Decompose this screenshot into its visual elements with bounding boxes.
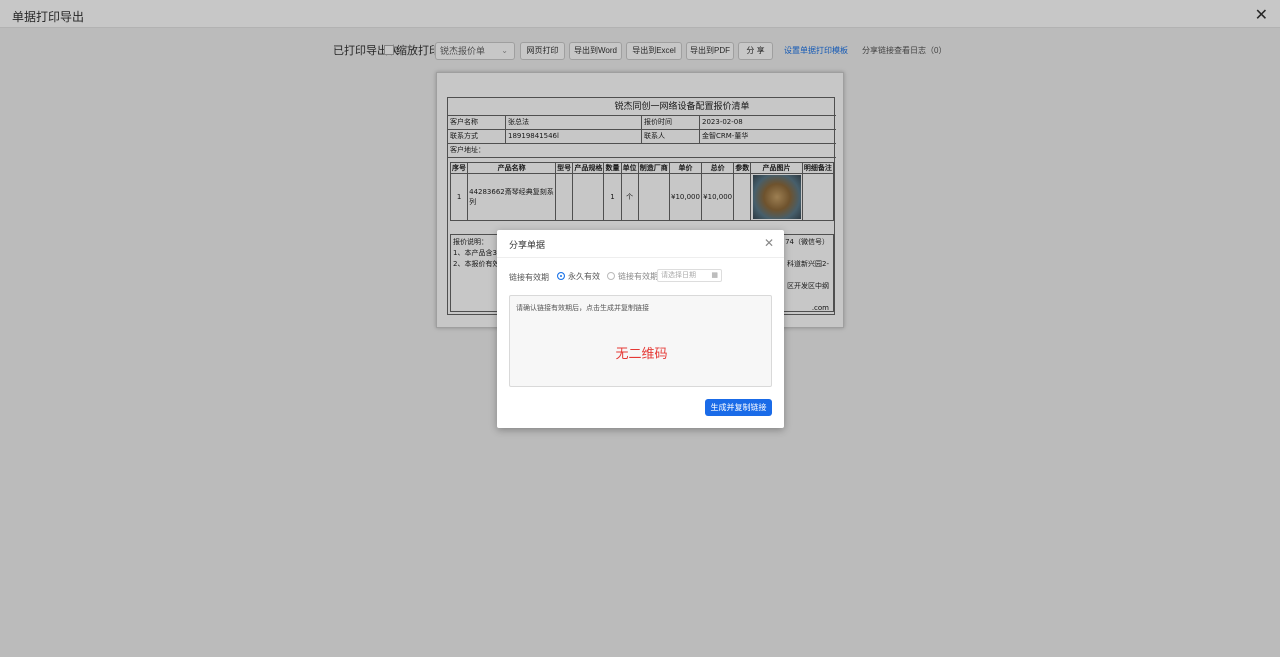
modal-header: 分享单据 ✕	[497, 230, 784, 258]
radio-forever[interactable]: 永久有效	[557, 271, 600, 282]
radio-period[interactable]: 链接有效期	[607, 271, 658, 282]
radio-period-label: 链接有效期	[618, 272, 658, 281]
share-hint: 请确认链接有效期后，点击生成并复制链接	[516, 305, 649, 312]
date-placeholder: 请选择日期	[661, 272, 696, 279]
radio-unchecked-icon[interactable]	[607, 272, 615, 280]
generate-copy-link-button[interactable]: 生成并复制链接	[705, 399, 772, 416]
share-modal: 分享单据 ✕ 链接有效期 永久有效 链接有效期 请选择日期 ▦ 请确认链接有效期后…	[497, 230, 784, 428]
validity-label: 链接有效期	[509, 273, 549, 282]
calendar-icon: ▦	[711, 272, 718, 279]
share-link-box: 请确认链接有效期后，点击生成并复制链接 无二维码	[509, 295, 772, 387]
modal-title: 分享单据	[509, 240, 546, 250]
qr-code-placeholder: 无二维码	[615, 346, 668, 361]
radio-checked-icon[interactable]	[557, 272, 565, 280]
close-icon[interactable]: ✕	[764, 236, 774, 250]
radio-forever-label: 永久有效	[568, 272, 600, 281]
date-picker-input[interactable]: 请选择日期 ▦	[657, 269, 722, 282]
